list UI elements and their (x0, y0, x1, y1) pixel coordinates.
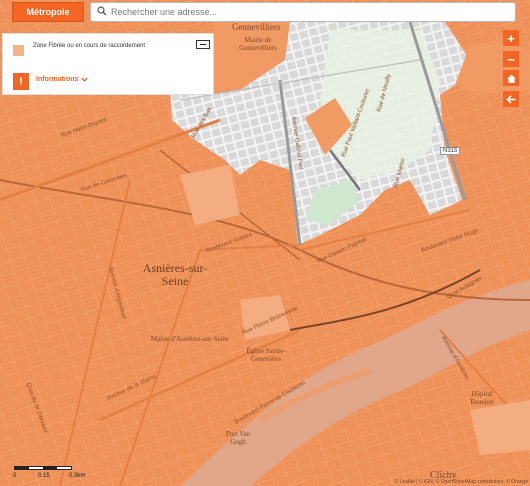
zoom-in-button[interactable]: + (503, 30, 519, 46)
arrow-left-icon (505, 94, 515, 104)
legend-zone-label: Zone Fibrée ou en cours de raccordement (33, 43, 146, 49)
search-box[interactable] (90, 2, 516, 22)
metropole-button[interactable]: Métropole (12, 2, 84, 22)
map-attribution: © Leaflet | © IGN, © OpenStreetMap contr… (394, 479, 528, 485)
scale-label: 0 (13, 473, 17, 479)
city-label: Asnières-sur-Seine (142, 261, 208, 288)
search-icon (97, 3, 107, 21)
home-button[interactable] (503, 70, 519, 86)
search-input[interactable] (111, 7, 491, 17)
top-bar: Métropole (0, 0, 530, 24)
scale-label: 0.3km (69, 473, 86, 479)
info-alert-icon: ! (13, 73, 29, 90)
minimize-legend-button[interactable] (196, 40, 210, 49)
chevron-down-icon (81, 77, 89, 82)
back-button[interactable] (503, 91, 519, 107)
informations-toggle[interactable]: Informations (36, 76, 89, 83)
label-n315: N315 (440, 147, 461, 155)
label-eglise: Église Sainte-Geneviève (246, 347, 286, 363)
legend-panel: Zone Fibrée ou en cours de raccordement … (2, 33, 214, 95)
scale-label: 0.15 (38, 473, 50, 479)
minimize-icon (200, 43, 206, 46)
label-hopital: Hôpital Beaujon (470, 390, 494, 406)
informations-label: Informations (36, 76, 79, 83)
fibre-zone-swatch (13, 45, 24, 56)
home-icon (506, 74, 516, 83)
zoom-out-button[interactable]: − (503, 51, 519, 67)
label-mairie-gennevilliers: Mairie de Gennevilliers (239, 36, 277, 52)
label-port-van-gogh: Port Van Gogh (225, 430, 251, 446)
label-mairie-asnieres: Mairie d'Asnières-sur-Seine (150, 335, 230, 343)
